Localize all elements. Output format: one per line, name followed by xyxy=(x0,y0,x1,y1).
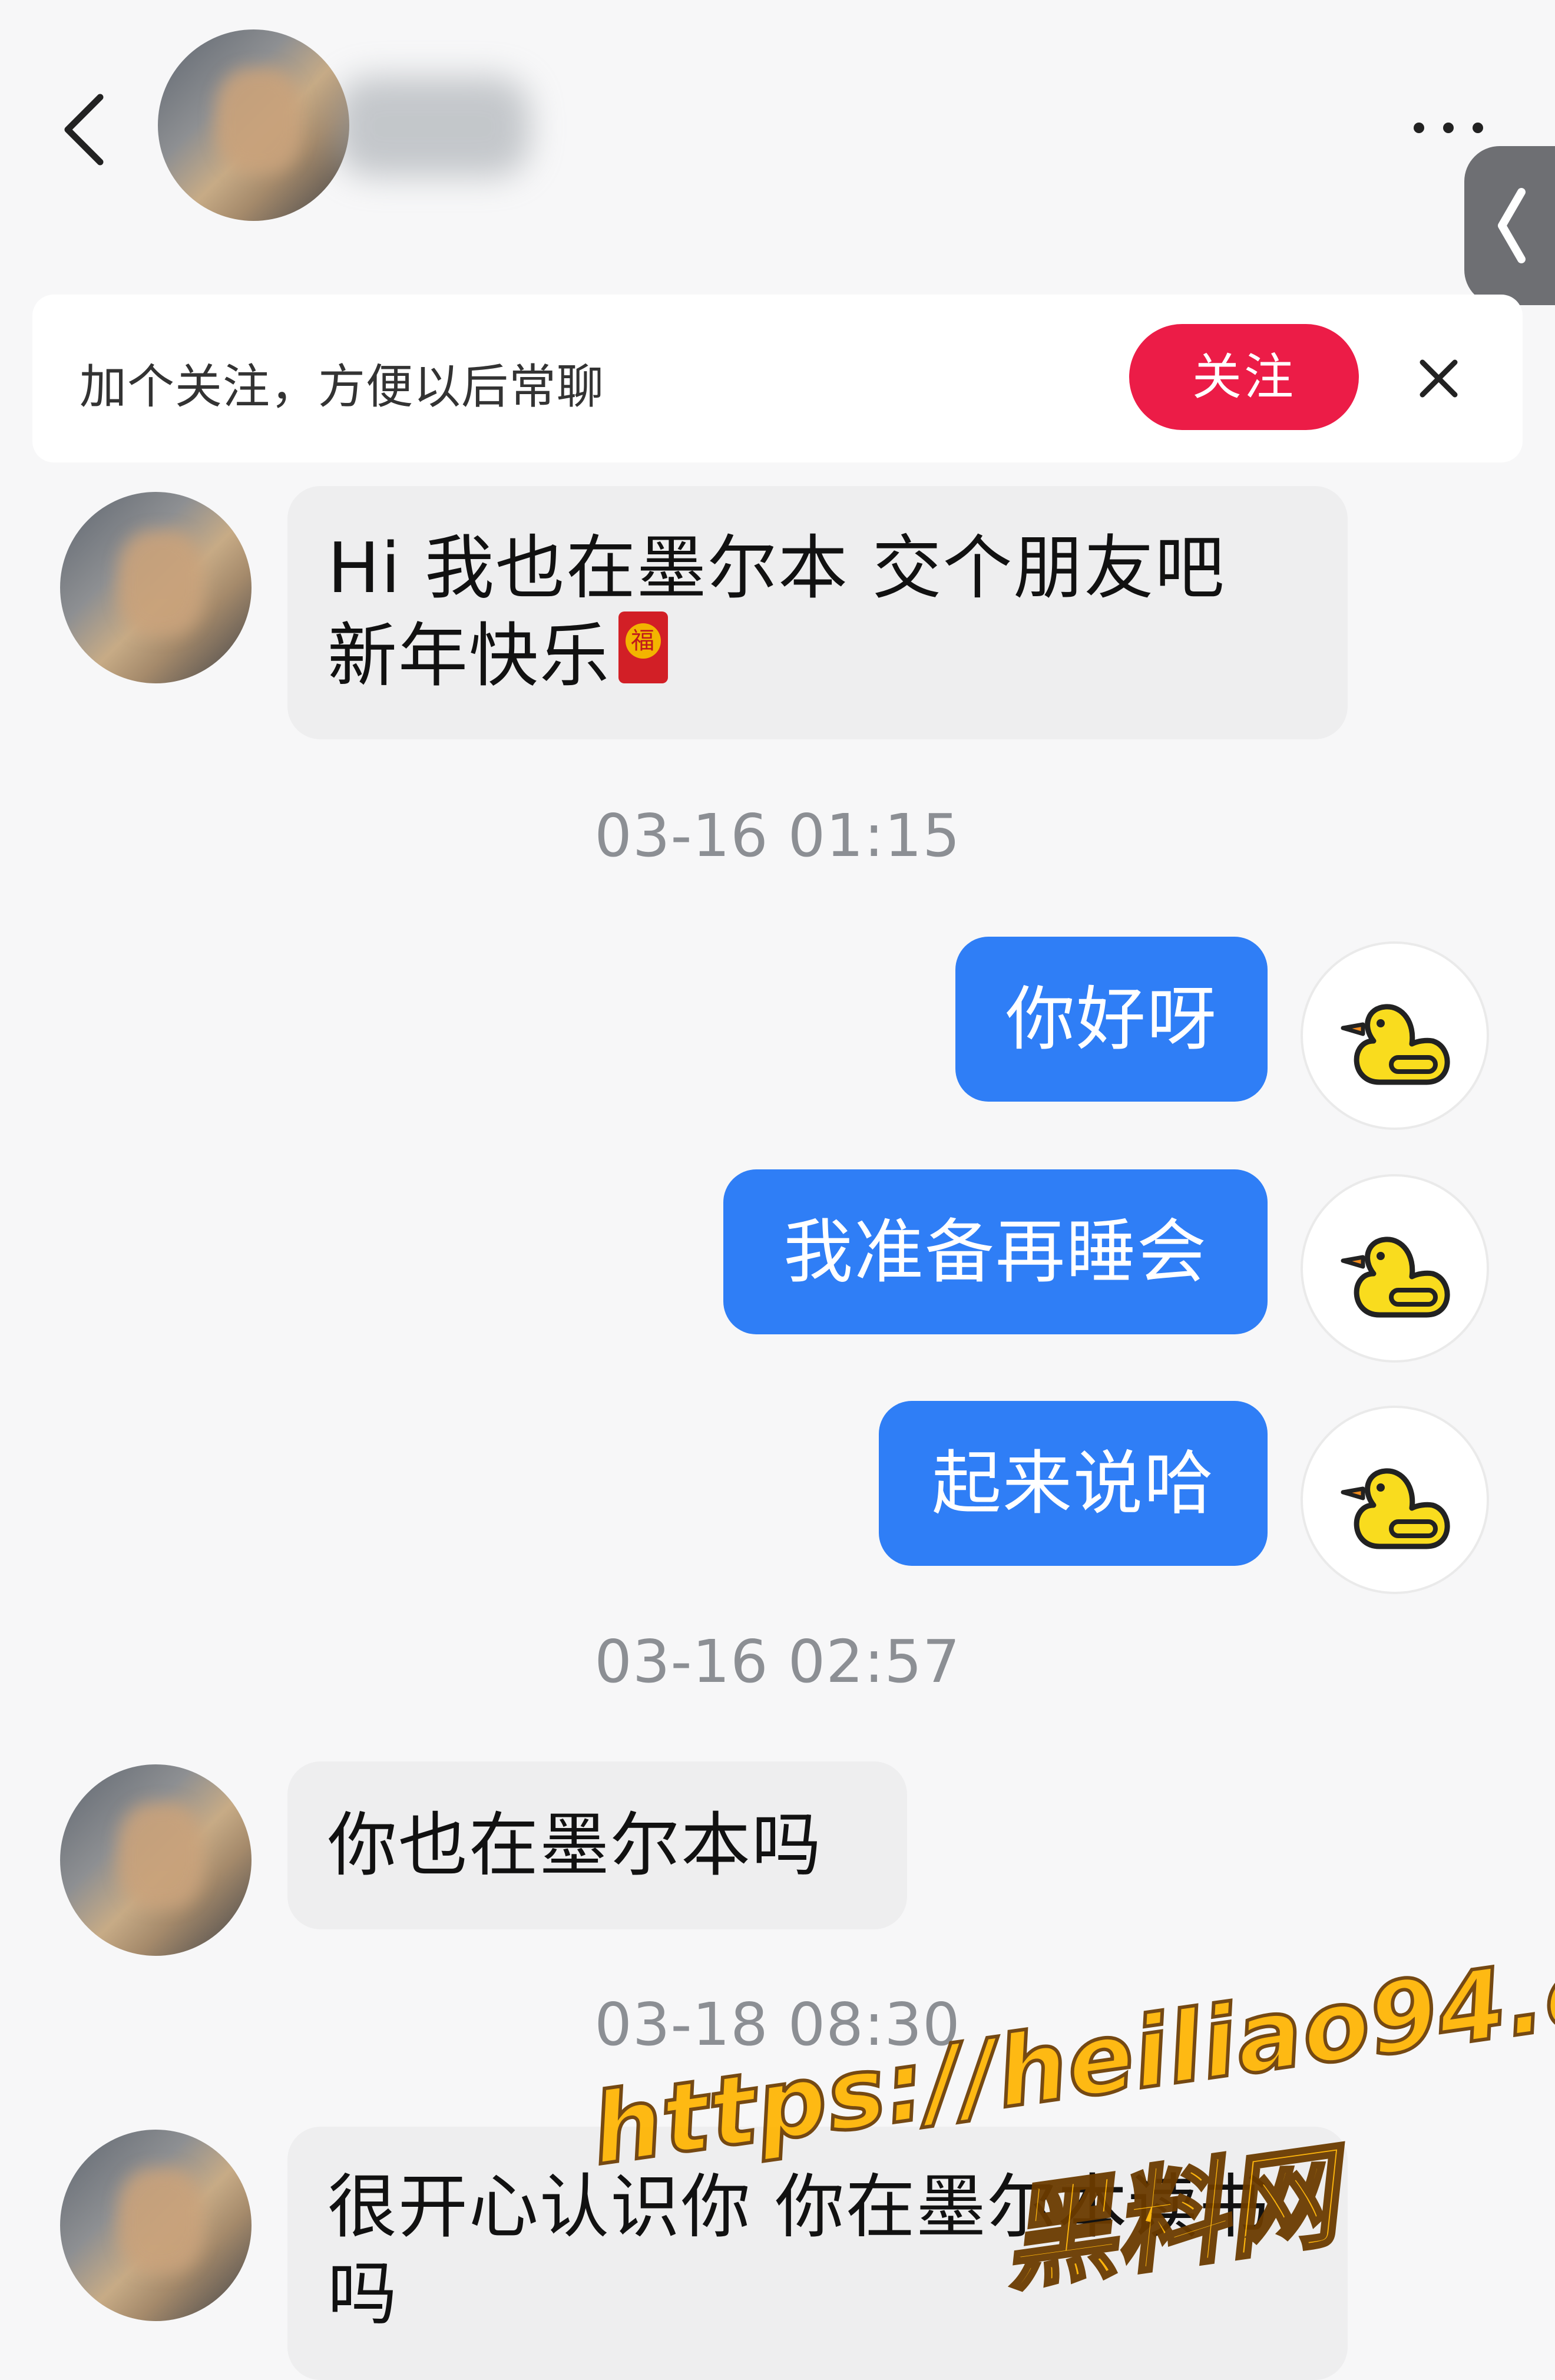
user-avatar[interactable] xyxy=(1301,1174,1489,1363)
follow-button[interactable]: 关注 xyxy=(1129,324,1359,430)
message-bubble-sent[interactable]: 起来说哈 xyxy=(879,1401,1268,1566)
contact-avatar[interactable] xyxy=(60,2130,252,2321)
message-text: 我准备再睡会 xyxy=(783,1211,1207,1293)
message-text: 你好呀 xyxy=(1005,979,1217,1060)
more-options-button[interactable] xyxy=(1408,106,1490,147)
close-icon xyxy=(1420,359,1458,398)
contact-avatar[interactable] xyxy=(60,492,252,683)
contact-name-blurred xyxy=(336,77,530,177)
message-bubble-received[interactable]: Hi 我也在墨尔本 交个朋友吧 新年快乐福 xyxy=(287,486,1348,739)
message-text: 新年快乐 xyxy=(327,615,611,696)
duck-icon xyxy=(1341,1468,1450,1549)
side-panel-tab[interactable] xyxy=(1464,146,1555,305)
close-banner-button[interactable] xyxy=(1411,351,1467,406)
red-envelope-icon: 福 xyxy=(618,611,669,683)
follow-banner: 加个关注，方便以后常聊 关注 xyxy=(32,295,1523,462)
duck-icon xyxy=(1341,1004,1450,1085)
message-bubble-sent[interactable]: 你好呀 xyxy=(955,937,1268,1102)
message-bubble-received[interactable]: 你也在墨尔本吗 xyxy=(287,1761,907,1929)
follow-banner-text: 加个关注，方便以后常聊 xyxy=(80,359,604,414)
message-bubble-sent[interactable]: 我准备再睡会 xyxy=(723,1169,1268,1334)
timestamp: 03-16 02:57 xyxy=(594,1627,961,1696)
user-avatar[interactable] xyxy=(1301,941,1489,1130)
contact-avatar[interactable] xyxy=(60,1764,252,1956)
message-text: 起来说哈 xyxy=(931,1443,1215,1524)
message-text: 你也在墨尔本吗 xyxy=(327,1804,823,1886)
timestamp: 03-16 01:15 xyxy=(594,801,961,870)
chevron-left-icon xyxy=(1498,188,1526,263)
user-avatar[interactable] xyxy=(1301,1406,1489,1594)
back-button[interactable] xyxy=(53,88,118,171)
message-text: Hi 我也在墨尔本 交个朋友吧 xyxy=(327,527,1226,609)
contact-avatar[interactable] xyxy=(158,29,349,221)
chevron-left-icon xyxy=(64,94,104,166)
duck-icon xyxy=(1341,1237,1450,1318)
